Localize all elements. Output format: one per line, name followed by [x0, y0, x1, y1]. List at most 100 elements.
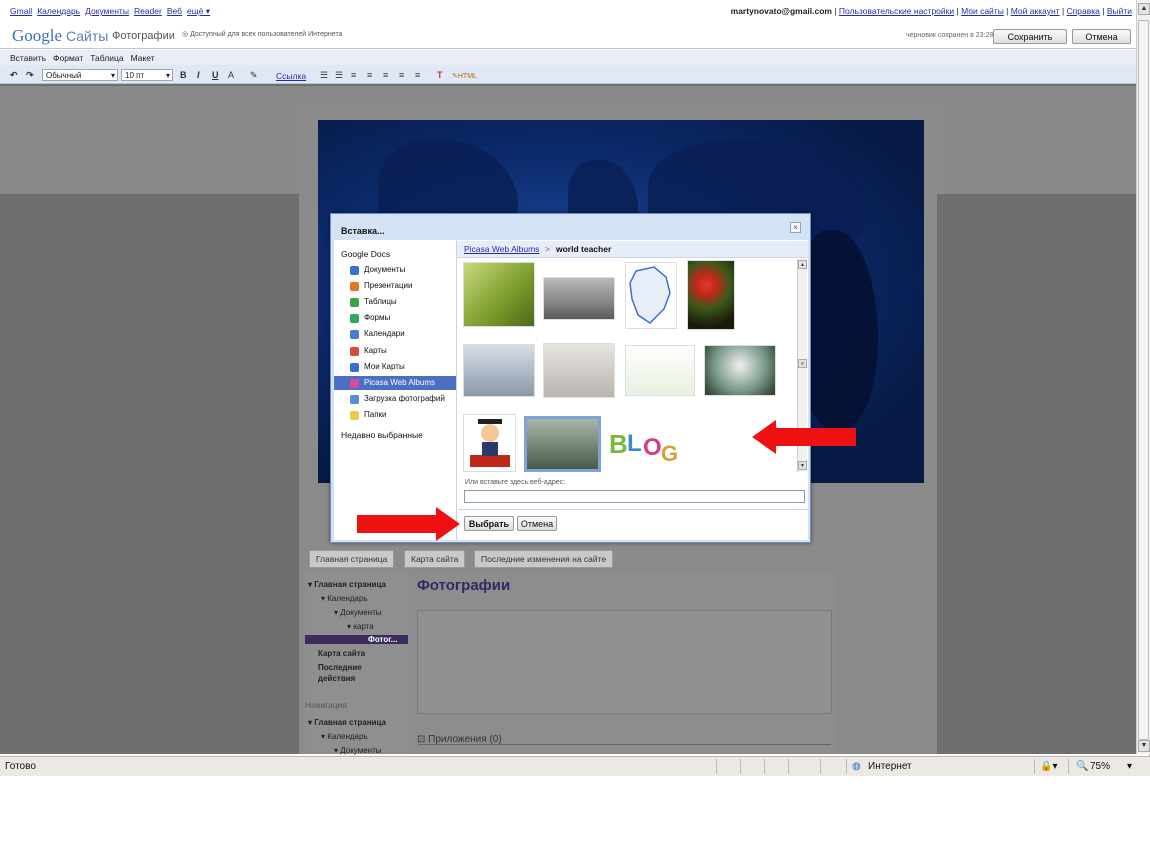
recent-selections[interactable]: Недавно выбранные: [341, 430, 423, 440]
undo-icon[interactable]: ↶: [10, 70, 18, 81]
cancel-button[interactable]: Отмена: [1072, 29, 1131, 44]
photo-thumbnail[interactable]: BLOG: [606, 420, 684, 470]
underline-button[interactable]: U: [212, 70, 219, 80]
source-item-map-pin-blue[interactable]: Мои Карты: [334, 360, 456, 374]
nav-item-calendar[interactable]: ▾ Календарь: [321, 732, 368, 741]
indent-icon[interactable]: ≡: [367, 70, 372, 80]
my-account-link[interactable]: Мой аккаунт: [1011, 6, 1060, 16]
menu-layout[interactable]: Макет: [131, 53, 155, 63]
attachments-divider: [418, 744, 831, 745]
sidebar-item-documents[interactable]: ▾ Документы: [334, 608, 381, 617]
photo-thumbnail[interactable]: [463, 414, 516, 472]
breadcrumb-picasa-link[interactable]: Picasa Web Albums: [464, 244, 539, 254]
zoom-icon[interactable]: 🔍: [1076, 761, 1088, 772]
help-link[interactable]: Справка: [1067, 6, 1100, 16]
menu-format[interactable]: Формат: [53, 53, 83, 63]
sidebar-item-map[interactable]: ▾ карта: [347, 622, 374, 631]
clear-format-icon[interactable]: T: [437, 70, 443, 80]
tab-sitemap[interactable]: Карта сайта: [404, 550, 466, 568]
sidebar-item-photos[interactable]: Фотог...: [305, 635, 408, 644]
outdent-icon[interactable]: ≡: [351, 70, 356, 80]
photo-thumbnail[interactable]: [687, 260, 735, 330]
photo-thumbnail[interactable]: [625, 345, 695, 396]
photo-thumbnail[interactable]: [625, 262, 677, 329]
source-item-presentation[interactable]: Презентации: [334, 279, 456, 293]
protected-mode-icon[interactable]: 🔒▾: [1040, 761, 1057, 772]
google-logo[interactable]: Google: [12, 26, 62, 46]
photo-thumbnail-selected[interactable]: [524, 416, 601, 472]
menu-table[interactable]: Таблица: [90, 53, 123, 63]
form-icon: [350, 314, 359, 323]
source-item-label: Picasa Web Albums: [364, 378, 435, 387]
gbar-link-docs[interactable]: Документы: [85, 6, 129, 16]
scrollbar-thumb[interactable]: [1138, 20, 1149, 740]
blog-logo-image: BLOG: [609, 429, 678, 466]
html-button[interactable]: ✎HTML: [452, 72, 477, 80]
status-text: Готово: [5, 761, 36, 772]
close-icon[interactable]: ×: [790, 222, 801, 233]
gbar-link-calendar[interactable]: Календарь: [37, 6, 80, 16]
sidebar-item-sitemap[interactable]: Карта сайта: [318, 649, 365, 658]
tab-recent-changes[interactable]: Последние изменения на сайте: [474, 550, 614, 568]
numbered-list-icon[interactable]: ☰: [320, 70, 328, 81]
align-center-icon[interactable]: ≡: [399, 70, 404, 80]
gbar-link-web[interactable]: Веб: [167, 6, 182, 16]
size-select[interactable]: 10 пт ▾: [121, 69, 173, 81]
scroll-up-icon[interactable]: ▲: [1138, 3, 1150, 15]
security-zone: Интернет: [868, 761, 912, 772]
scroll-down-icon[interactable]: ▼: [798, 461, 807, 470]
source-item-label: Презентации: [364, 281, 413, 290]
photo-thumbnail[interactable]: [463, 344, 535, 397]
text-color-button[interactable]: A: [228, 70, 234, 80]
content-editor-area[interactable]: [417, 610, 832, 714]
page-title[interactable]: Фотографии: [417, 577, 510, 594]
scroll-up-icon[interactable]: ▲: [798, 260, 807, 269]
my-sites-link[interactable]: Мои сайты: [961, 6, 1004, 16]
sidebar-item-recent-2[interactable]: действия: [318, 674, 355, 683]
align-left-icon[interactable]: ≡: [383, 70, 388, 80]
source-item-folder[interactable]: Папки: [334, 408, 456, 422]
gbar-link-reader[interactable]: Reader: [134, 6, 162, 16]
sidebar-item-home[interactable]: ▾ Главная страница: [308, 580, 386, 589]
scroll-down-icon[interactable]: ▼: [1138, 740, 1150, 752]
user-settings-link[interactable]: Пользовательские настройки: [839, 6, 954, 16]
highlight-icon[interactable]: ✎: [250, 70, 258, 81]
align-right-icon[interactable]: ≡: [415, 70, 420, 80]
source-item-upload[interactable]: Загрузка фотографий: [334, 392, 456, 406]
style-select[interactable]: Обычный ▾: [42, 69, 118, 81]
sidebar-item-recent[interactable]: Последние: [318, 663, 362, 672]
svg-text:L: L: [627, 430, 642, 457]
sidebar-item-calendar[interactable]: ▾ Календарь: [321, 594, 368, 603]
italic-button[interactable]: I: [197, 70, 200, 80]
scroll-thumb[interactable]: ≡: [798, 359, 807, 368]
photo-thumbnail[interactable]: [543, 343, 615, 398]
sign-out-link[interactable]: Выйти: [1107, 6, 1132, 16]
source-item-calendar[interactable]: Календари: [334, 327, 456, 341]
redo-icon[interactable]: ↷: [26, 70, 34, 81]
zoom-dropdown-icon[interactable]: ▾: [1127, 761, 1132, 772]
zoom-level[interactable]: 75%: [1090, 761, 1110, 772]
source-item-document[interactable]: Документы: [334, 263, 456, 277]
source-item-form[interactable]: Формы: [334, 311, 456, 325]
picasa-icon: [350, 379, 359, 388]
nav-item-home[interactable]: ▾ Главная страница: [308, 718, 386, 727]
tab-home[interactable]: Главная страница: [309, 550, 395, 568]
source-item-picasa[interactable]: Picasa Web Albums: [334, 376, 456, 390]
source-item-map-pin[interactable]: Карты: [334, 344, 456, 358]
insert-link-button[interactable]: Ссылка: [276, 71, 306, 81]
source-item-spreadsheet[interactable]: Таблицы: [334, 295, 456, 309]
bold-button[interactable]: B: [180, 70, 187, 80]
dialog-cancel-button[interactable]: Отмена: [517, 516, 557, 531]
photo-thumbnail[interactable]: [704, 345, 776, 396]
photo-thumbnail[interactable]: [543, 277, 615, 320]
menu-insert[interactable]: Вставить: [10, 53, 46, 63]
save-button[interactable]: Сохранить: [993, 29, 1067, 44]
gbar-link-more[interactable]: ещё ▾: [187, 6, 210, 16]
select-button[interactable]: Выбрать: [464, 516, 514, 531]
photo-thumbnail[interactable]: [463, 262, 535, 327]
nav-item-documents[interactable]: ▾ Документы: [334, 746, 381, 755]
bullet-list-icon[interactable]: ☰: [335, 70, 343, 81]
status-separator: [846, 759, 847, 774]
url-input[interactable]: [464, 490, 805, 503]
gbar-link-gmail[interactable]: Gmail: [10, 6, 32, 16]
